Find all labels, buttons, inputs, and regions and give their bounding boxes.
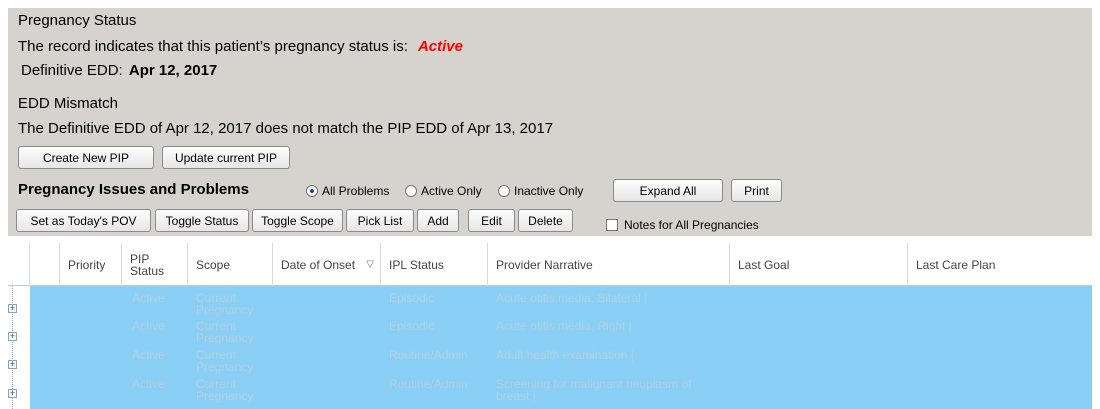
toggle-scope-button[interactable]: Toggle Scope [252,209,343,232]
grid-header: Priority PIP Status Scope Date of Onset … [8,243,1092,286]
problems-grid: Priority PIP Status Scope Date of Onset … [8,243,1092,409]
header-provider-narrative[interactable]: Provider Narrative [488,243,730,286]
filter-active-only[interactable]: Active Only [405,184,482,198]
pregnancy-status-line: The record indicates that this patient’s… [18,38,463,55]
row-1-scope[interactable]: Current Pregnancy [196,292,253,316]
expand-row-1-icon[interactable]: + [8,304,17,313]
print-button[interactable]: Print [731,179,782,202]
expand-row-3-icon[interactable]: + [8,360,17,369]
row-4-narrative[interactable]: Screening for malignant neoplasm of brea… [496,378,691,402]
notes-all-pregnancies-checkbox[interactable]: Notes for All Pregnancies [606,218,759,232]
row-4-pip-status[interactable]: Active [132,378,165,390]
radio-icon[interactable] [405,185,417,197]
update-current-pip-button[interactable]: Update current PIP [162,146,290,169]
grid-rows: Active Current Pregnancy Episodic Acute … [30,286,1092,409]
header-expander [8,243,30,286]
row-4-scope[interactable]: Current Pregnancy [196,378,253,402]
definitive-edd-value: Apr 12, 2017 [128,62,218,79]
checkbox-icon[interactable] [606,219,618,231]
create-new-pip-button[interactable]: Create New PIP [18,146,154,169]
header-date-of-onset-label: Date of Onset [281,257,356,272]
sort-descending-icon: ▽ [366,258,374,270]
row-3-ipl-status[interactable]: Routine/Admin [389,349,468,361]
row-3-pip-status[interactable]: Active [132,349,165,361]
filter-all-problems-label: All Problems [322,184,390,198]
row-3-scope[interactable]: Current Pregnancy [196,349,253,373]
notes-all-pregnancies-label: Notes for All Pregnancies [624,218,759,232]
expand-all-button[interactable]: Expand All [613,179,723,202]
pregnancy-panel: Pregnancy Status The record indicates th… [8,8,1092,236]
header-selector [30,243,60,286]
row-1-narrative[interactable]: Acute otitis media, Bilateral | [496,292,647,304]
edd-mismatch-title: EDD Mismatch [18,95,119,112]
row-1-ipl-status[interactable]: Episodic [389,292,434,304]
pregnancy-status-value: Active [417,38,463,55]
header-scope[interactable]: Scope [188,243,273,286]
pick-list-button[interactable]: Pick List [346,209,414,232]
row-3-narrative[interactable]: Adult health examination | [496,349,634,361]
filter-all-problems[interactable]: All Problems [306,184,389,198]
header-pip-status[interactable]: PIP Status [122,243,188,286]
row-2-narrative[interactable]: Acute otitis media, Right | [496,320,632,332]
filter-inactive-only[interactable]: Inactive Only [498,184,583,198]
add-button[interactable]: Add [417,209,459,232]
expander-column: + + + + [8,286,30,409]
set-todays-pov-button[interactable]: Set as Today's POV [16,209,151,232]
edit-button[interactable]: Edit [468,209,515,232]
toggle-status-button[interactable]: Toggle Status [155,209,249,232]
header-last-care-plan[interactable]: Last Care Plan [908,243,1092,286]
header-ipl-status[interactable]: IPL Status [381,243,488,286]
definitive-edd-label: Definitive EDD: [21,62,123,79]
row-2-pip-status[interactable]: Active [132,320,165,332]
row-1-pip-status[interactable]: Active [132,292,165,304]
radio-icon[interactable] [498,185,510,197]
filter-active-only-label: Active Only [421,184,482,198]
delete-button[interactable]: Delete [518,209,573,232]
pregnancy-status-text: The record indicates that this patient’s… [18,38,408,55]
filter-inactive-only-label: Inactive Only [514,184,584,198]
expand-row-2-icon[interactable]: + [8,332,17,341]
issues-title: Pregnancy Issues and Problems [18,181,249,198]
row-2-scope[interactable]: Current Pregnancy [196,320,253,344]
expand-row-4-icon[interactable]: + [8,389,17,398]
edd-mismatch-message: The Definitive EDD of Apr 12, 2017 does … [18,120,554,137]
pregnancy-status-title: Pregnancy Status [18,12,137,29]
header-date-of-onset[interactable]: Date of Onset ▽ [273,243,381,286]
header-priority[interactable]: Priority [60,243,122,286]
row-4-ipl-status[interactable]: Routine/Admin [389,378,468,390]
header-last-goal[interactable]: Last Goal [730,243,908,286]
definitive-edd-line: Definitive EDD: Apr 12, 2017 [21,62,217,79]
row-2-ipl-status[interactable]: Episodic [389,320,434,332]
radio-icon[interactable] [306,185,318,197]
